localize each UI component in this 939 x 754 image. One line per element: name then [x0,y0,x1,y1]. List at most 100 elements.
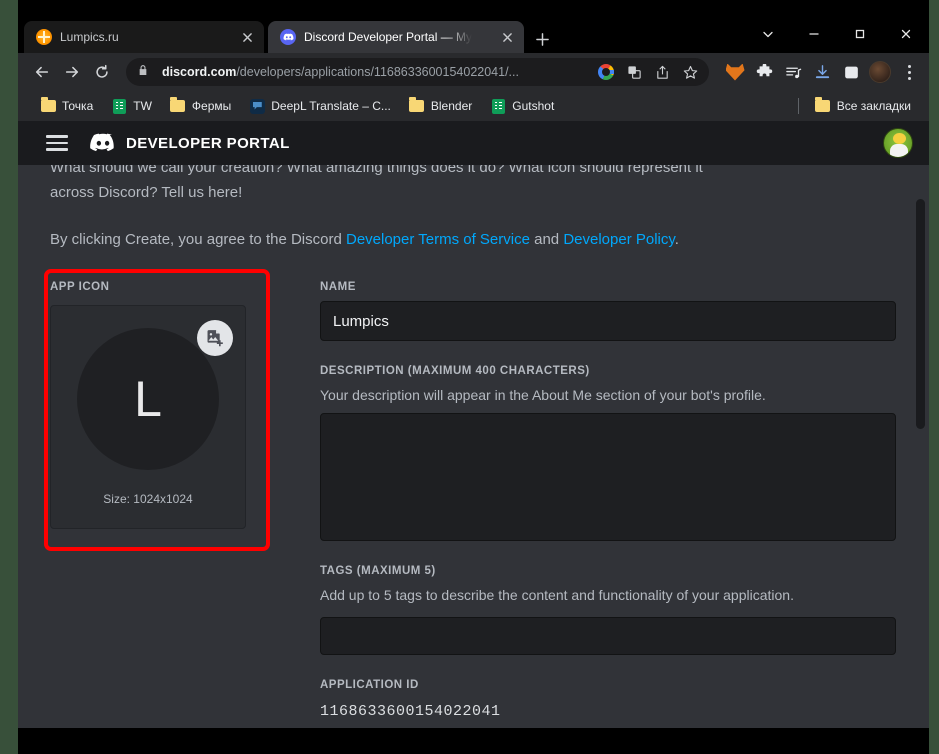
page-scrollbar[interactable] [916,169,925,722]
bookmark-deepl[interactable]: DeepL Translate – C... [241,94,399,118]
sheets-icon [111,98,127,114]
bookmark-label: Фермы [191,99,232,113]
maximize-icon[interactable] [837,15,883,53]
bookmark-gutshot[interactable]: Gutshot [482,94,562,118]
tab-close-button[interactable] [238,28,256,46]
minimize-icon[interactable] [791,15,837,53]
all-bookmarks-label: Все закладки [836,99,911,113]
bookmark-tw[interactable]: TW [103,94,160,118]
terms-prefix: By clicking Create, you agree to the Dis… [50,231,346,248]
tags-help-text: Add up to 5 tags to describe the content… [320,587,794,603]
google-icon[interactable] [593,59,619,85]
download-icon[interactable] [808,58,836,86]
back-arrow-icon[interactable] [28,58,56,86]
name-input[interactable]: Lumpics [320,301,896,341]
chevron-down-icon[interactable] [745,15,791,53]
folder-icon [815,97,831,114]
bookmark-label: DeepL Translate – C... [271,99,391,113]
hamburger-icon[interactable] [46,135,68,151]
reload-icon[interactable] [88,58,116,86]
terms-suffix: . [674,231,679,248]
puzzle-extensions-icon[interactable] [750,58,778,86]
tab-discord-developer-portal[interactable]: Discord Developer Portal — My [268,21,524,53]
bookmark-label: Точка [62,99,94,113]
page-content: What should we call your creation? What … [44,165,896,728]
developer-terms-link[interactable]: Developer Terms of Service [346,231,530,248]
discord-logo-icon [90,133,116,153]
application-id-group: APPLICATION ID 1168633600154022041 [320,679,896,728]
application-id-label: APPLICATION ID [320,679,419,691]
bookmark-blender[interactable]: Blender [401,94,480,118]
omnibox-icons [593,59,703,85]
intro-text: What should we call your creation? What … [50,165,896,207]
avatar[interactable] [883,128,913,158]
reading-list-icon[interactable] [779,58,807,86]
discord-developer-portal-page: DEVELOPER PORTAL What should we call you… [18,121,929,728]
tab-lumpics[interactable]: Lumpics.ru [24,21,264,53]
new-tab-button[interactable] [530,27,554,51]
bookmark-star-icon[interactable] [677,59,703,85]
tags-input[interactable] [320,617,896,655]
terms-mid: and [529,231,564,248]
deepl-icon [249,98,265,114]
translate-icon[interactable] [621,59,647,85]
folder-icon [170,97,186,114]
app-icon-preview[interactable]: L [77,320,233,470]
bookmark-tochka[interactable]: Точка [32,94,101,118]
side-panel-icon[interactable] [837,58,865,86]
description-textarea[interactable] [320,413,896,541]
orange-citrus-icon [36,29,52,45]
profile-avatar-icon[interactable] [866,58,894,86]
tab-close-button[interactable] [498,28,516,46]
description-label: DESCRIPTION (MAXIMUM 400 CHARACTERS) [320,365,590,377]
bookmarks-bar: Точка TW Фермы DeepL Translate – C... Bl… [18,91,929,121]
app-icon-column: APP ICON L Size: 1024x1024 [44,269,288,728]
url-path: /developers/applications/116863360015402… [236,65,519,79]
window-bottom-edge [18,728,929,740]
extension-icons [721,58,923,86]
folder-icon [40,97,56,114]
name-label: NAME [320,281,356,293]
address-bar[interactable]: discord.com/developers/applications/1168… [126,58,709,86]
application-form: APP ICON L Size: 1024x1024 NAME Lumpics … [44,269,896,728]
sheets-icon [490,98,506,114]
url-text: discord.com/developers/applications/1168… [162,65,593,79]
lock-icon [138,63,152,81]
kebab-menu-icon[interactable] [895,58,923,86]
scrollbar-thumb[interactable] [916,199,925,429]
discord-icon [280,29,296,45]
application-id-value: 1168633600154022041 [320,703,501,720]
metamask-fox-icon[interactable] [721,58,749,86]
all-bookmarks-area: Все закладки [797,91,919,121]
close-icon[interactable] [883,15,929,53]
url-domain: discord.com [162,65,237,79]
developer-policy-link[interactable]: Developer Policy [563,231,674,248]
tab-strip: Lumpics.ru Discord Developer Portal — My [18,15,929,53]
app-icon-panel[interactable]: L Size: 1024x1024 [50,305,246,529]
intro-line-2: across Discord? Tell us here! [50,184,243,201]
folder-icon [409,97,425,114]
description-help-text: Your description will appear in the Abou… [320,387,766,403]
tab-title: Discord Developer Portal — My [304,30,473,44]
window-controls [745,15,929,53]
fields-column: NAME Lumpics DESCRIPTION (MAXIMUM 400 CH… [288,281,896,728]
forward-arrow-icon[interactable] [58,58,86,86]
portal-header: DEVELOPER PORTAL [18,121,929,165]
app-icon-label: APP ICON [50,281,110,293]
page-title: DEVELOPER PORTAL [126,134,290,152]
bookmark-label: Blender [430,99,473,113]
share-icon[interactable] [649,59,675,85]
tags-field-group: TAGS (MAXIMUM 5) Add up to 5 tags to des… [320,565,896,655]
page-scroll-area: What should we call your creation? What … [18,165,929,728]
image-upload-icon[interactable] [197,320,233,356]
bookmark-fermy[interactable]: Фермы [162,94,239,118]
app-icon-size-text: Size: 1024x1024 [103,492,193,506]
name-input-value: Lumpics [333,312,389,330]
browser-window: Lumpics.ru Discord Developer Portal — My [18,15,929,740]
all-bookmarks-button[interactable]: Все закладки [807,94,919,118]
divider [797,98,799,114]
tab-title: Lumpics.ru [60,30,119,44]
name-field-group: NAME Lumpics [320,281,896,341]
browser-toolbar: discord.com/developers/applications/1168… [18,53,929,91]
bookmark-label: Gutshot [512,99,555,113]
